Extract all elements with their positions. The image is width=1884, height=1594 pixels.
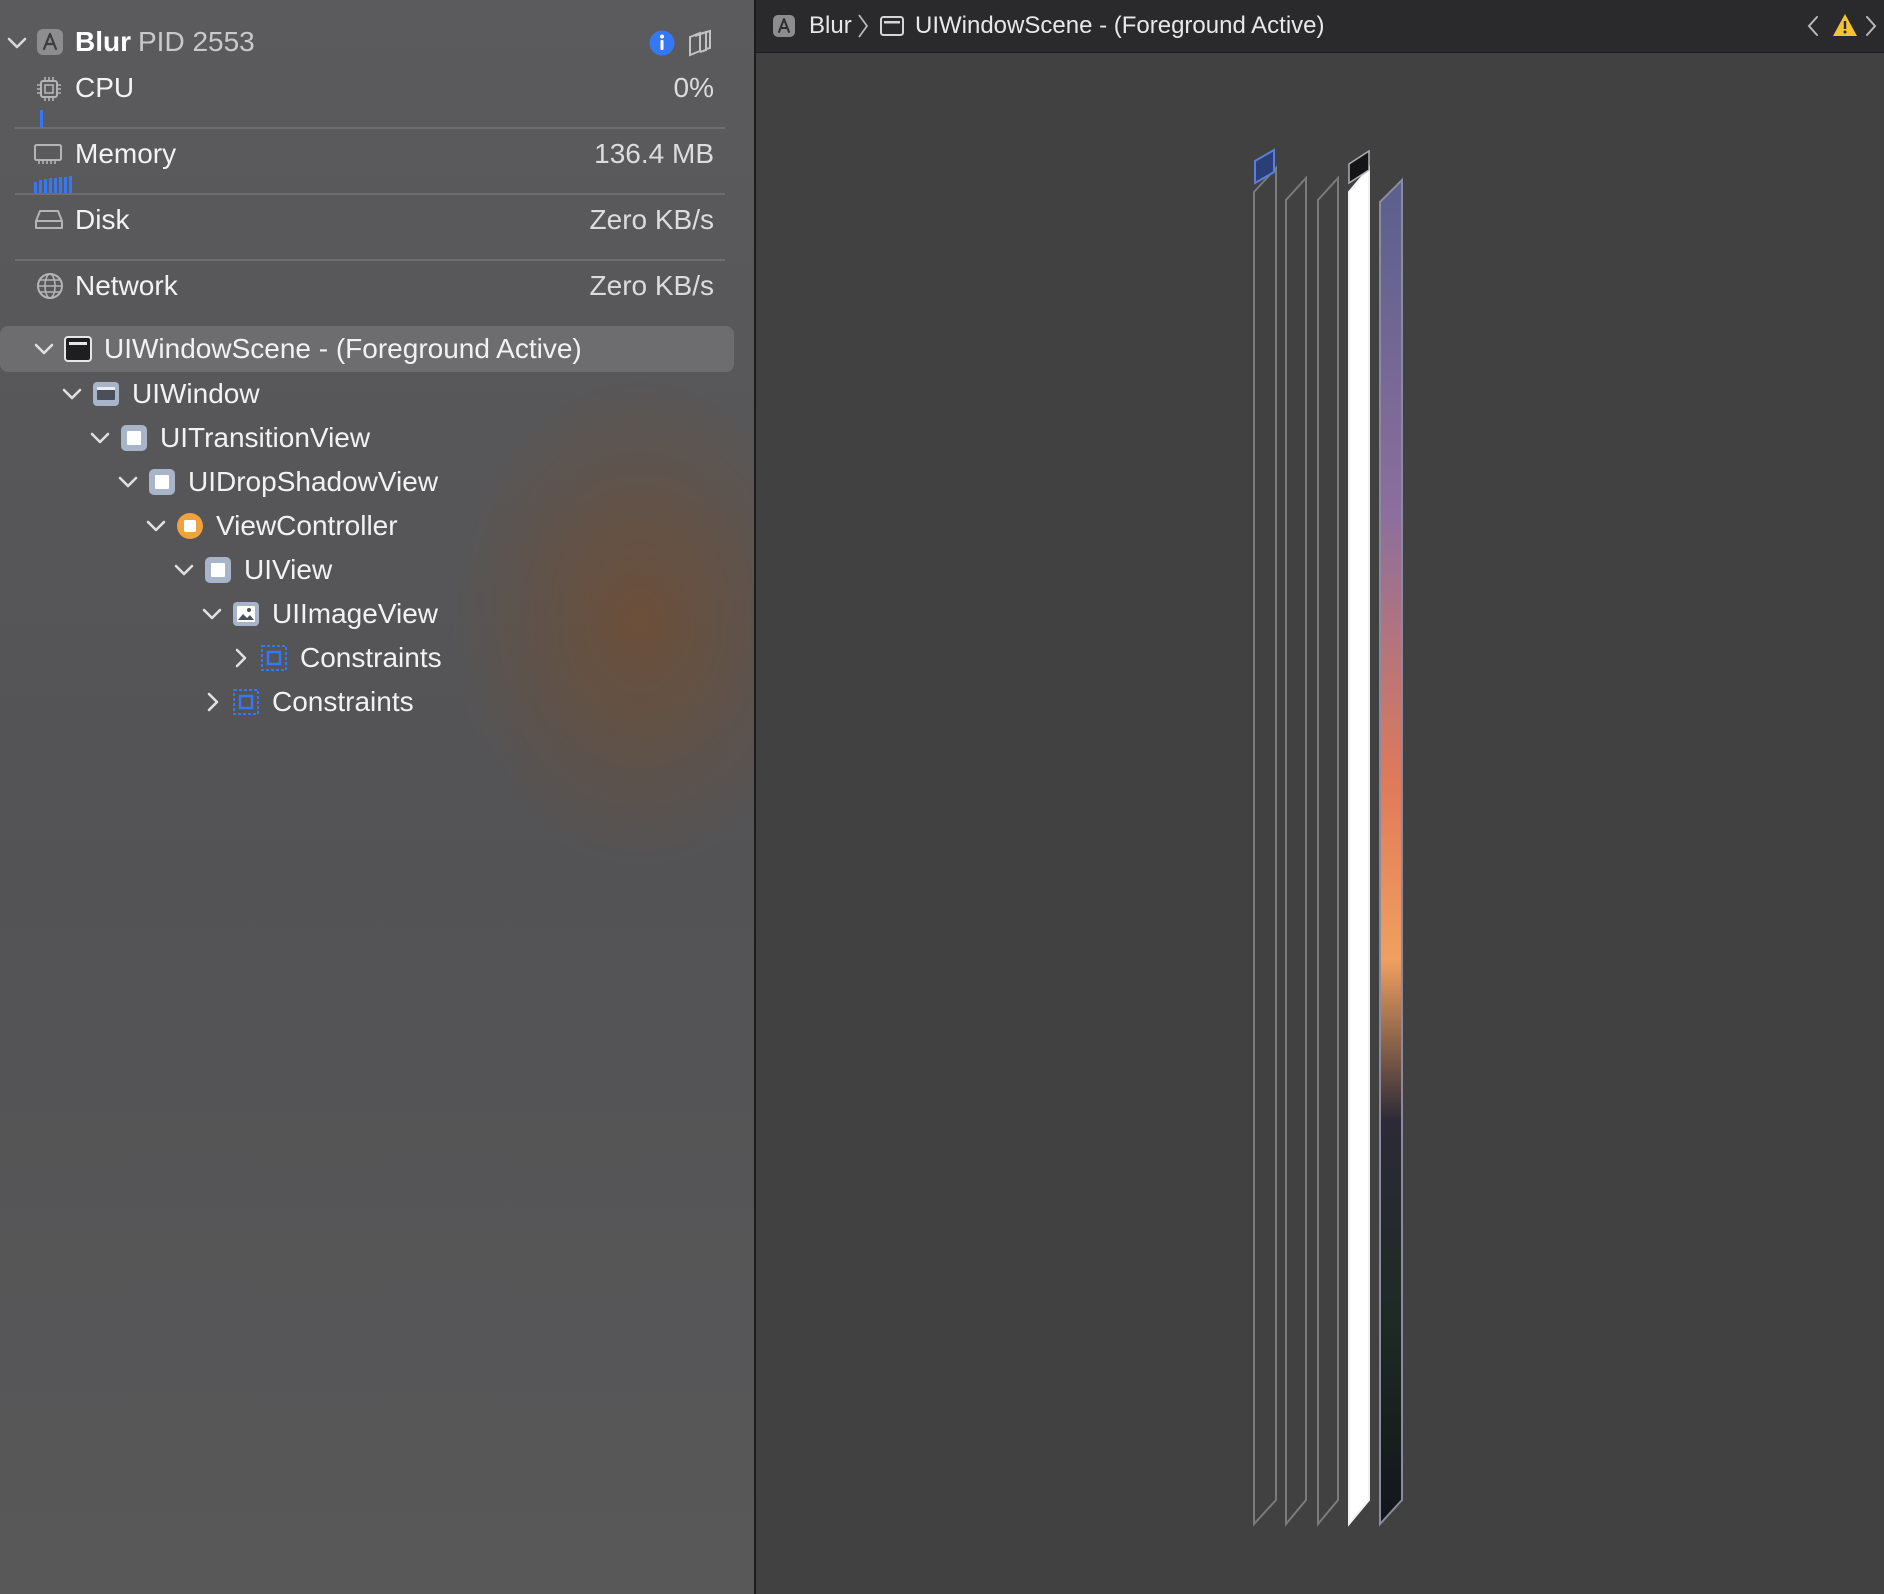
tree-node-constraints[interactable]: Constraints bbox=[0, 636, 734, 680]
constraints-icon bbox=[260, 644, 288, 672]
jump-bar: Blur UIWindowScene - (Foreground Active) bbox=[756, 0, 1884, 53]
chevron-right-icon[interactable] bbox=[1862, 14, 1880, 38]
chevron-down-icon[interactable] bbox=[117, 471, 139, 493]
breadcrumb-app[interactable]: Blur bbox=[809, 0, 852, 52]
divider bbox=[15, 127, 725, 129]
chevron-right-icon[interactable] bbox=[202, 691, 224, 713]
chevron-down-icon[interactable] bbox=[89, 427, 111, 449]
metric-value: Zero KB/s bbox=[589, 270, 714, 301]
metric-value: 0% bbox=[673, 72, 714, 103]
chevron-down-icon[interactable] bbox=[61, 383, 83, 405]
view-icon bbox=[148, 468, 176, 496]
tree-node-uiwindow[interactable]: UIWindow bbox=[0, 372, 734, 416]
tree-node-label: Constraints bbox=[300, 642, 442, 673]
tree-node-label: UIDropShadowView bbox=[188, 466, 439, 497]
metric-label: CPU bbox=[75, 72, 135, 103]
tree-node-label: UITransitionView bbox=[160, 422, 371, 453]
process-name: Blur bbox=[75, 26, 131, 57]
metric-value: Zero KB/s bbox=[589, 204, 714, 235]
tree-node-viewcontroller[interactable]: ViewController bbox=[0, 504, 734, 548]
process-row[interactable]: Blur PID 2553 bbox=[0, 20, 740, 64]
tree-node-label: UIWindow bbox=[132, 378, 260, 409]
tree-node-constraints[interactable]: Constraints bbox=[0, 680, 734, 724]
metric-label: Network bbox=[75, 270, 178, 301]
debug-navigator: Blur PID 2553 CPU 0% Memory 136.4 MB Dis… bbox=[0, 0, 754, 1594]
layer-uidropshadowview[interactable] bbox=[1317, 175, 1339, 1527]
layer-uiwindow[interactable] bbox=[1253, 148, 1277, 1527]
chevron-down-icon[interactable] bbox=[145, 515, 167, 537]
tree-node-label: ViewController bbox=[216, 510, 398, 541]
tree-node-label: UIView bbox=[244, 554, 333, 585]
tree-node-label: UIImageView bbox=[272, 598, 439, 629]
tree-node-uiwindowscene[interactable]: UIWindowScene - (Foreground Active) bbox=[0, 327, 734, 371]
chevron-right-icon[interactable] bbox=[230, 647, 252, 669]
chevron-down-icon[interactable] bbox=[6, 32, 28, 54]
memory-usage-bars bbox=[34, 174, 76, 194]
info-icon[interactable] bbox=[648, 29, 676, 57]
window-icon bbox=[92, 380, 120, 408]
breadcrumb-scene[interactable]: UIWindowScene - (Foreground Active) bbox=[915, 0, 1325, 52]
tree-node-uitransitionview[interactable]: UITransitionView bbox=[0, 416, 734, 460]
layer-uiimageview[interactable] bbox=[1379, 177, 1403, 1527]
image-view-icon bbox=[232, 600, 260, 628]
metric-value: 136.4 MB bbox=[594, 138, 714, 169]
divider bbox=[15, 259, 725, 261]
disk-icon bbox=[34, 208, 64, 232]
breadcrumb-separator-icon bbox=[856, 13, 870, 39]
view-controller-icon bbox=[176, 512, 204, 540]
tree-node-label: Constraints bbox=[272, 686, 414, 717]
view-icon bbox=[204, 556, 232, 584]
warning-icon[interactable] bbox=[1832, 13, 1858, 37]
stacked-documents-icon[interactable] bbox=[684, 29, 712, 57]
network-icon bbox=[36, 272, 64, 300]
view-debugger-canvas[interactable]: Blur UIWindowScene - (Foreground Active) bbox=[756, 0, 1884, 1594]
window-scene-icon bbox=[64, 335, 92, 363]
constraints-icon bbox=[232, 688, 260, 716]
chevron-left-icon[interactable] bbox=[1804, 14, 1822, 38]
layer-uitransitionview[interactable] bbox=[1285, 175, 1307, 1527]
tree-node-label: UIWindowScene - (Foreground Active) bbox=[104, 333, 582, 364]
tree-node-uidropshadowview[interactable]: UIDropShadowView bbox=[0, 460, 734, 504]
metric-label: Disk bbox=[75, 204, 130, 235]
cpu-icon bbox=[36, 76, 62, 102]
divider bbox=[15, 193, 725, 195]
app-icon bbox=[772, 14, 796, 38]
cpu-usage-bar bbox=[40, 110, 43, 128]
layer-uiview[interactable] bbox=[1348, 149, 1370, 1527]
view-icon bbox=[120, 424, 148, 452]
chevron-down-icon[interactable] bbox=[33, 338, 55, 360]
window-scene-icon bbox=[880, 16, 904, 36]
metric-label: Memory bbox=[75, 138, 177, 169]
memory-icon bbox=[34, 142, 62, 166]
tree-node-uiview[interactable]: UIView bbox=[0, 548, 734, 592]
chevron-down-icon[interactable] bbox=[173, 559, 195, 581]
chevron-down-icon[interactable] bbox=[201, 603, 223, 625]
tree-node-uiimageview[interactable]: UIImageView bbox=[0, 592, 734, 636]
process-pid: PID 2553 bbox=[138, 26, 255, 57]
app-icon bbox=[36, 28, 64, 56]
view-hierarchy-3d[interactable] bbox=[756, 52, 1884, 1594]
